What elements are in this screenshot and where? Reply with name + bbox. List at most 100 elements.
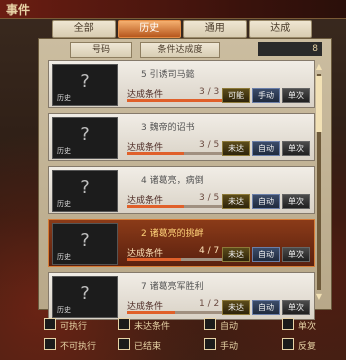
- filter-executable[interactable]: 可执行: [44, 318, 87, 332]
- mode-button[interactable]: 自动: [252, 194, 280, 209]
- event-actions: 未达 自动 单次: [222, 247, 310, 262]
- progress-fill: [127, 258, 182, 261]
- event-actions: 未达 自动 单次: [222, 141, 310, 156]
- filter-ended[interactable]: 已结束: [118, 338, 161, 352]
- window-header: 事件: [0, 0, 346, 19]
- event-thumbnail: ? 历史: [52, 276, 118, 318]
- progress-bar: [127, 99, 222, 102]
- checkbox[interactable]: [204, 338, 216, 350]
- status-button[interactable]: 未达: [222, 194, 250, 209]
- thumb-label: 历史: [57, 253, 71, 261]
- checkbox[interactable]: [118, 338, 130, 350]
- condition-progress: 4 / 7: [199, 246, 220, 256]
- scroll-thumb[interactable]: [316, 76, 322, 132]
- progress-bar: [127, 311, 222, 314]
- event-card[interactable]: ? 历史 4 诸葛亮，病倒 达成条件 3 / 5 未达 自动 单次: [48, 166, 315, 214]
- scroll-down-icon[interactable]: ▼: [314, 292, 324, 302]
- repeat-button[interactable]: 单次: [282, 247, 310, 262]
- filter-once[interactable]: 单次: [282, 318, 316, 332]
- status-button[interactable]: 未达: [222, 247, 250, 262]
- event-name: 3 魏帝的诏书: [141, 123, 195, 133]
- condition-progress: 3 / 3: [199, 87, 220, 97]
- tab-bar: 全部 历史 通用 达成: [52, 20, 312, 38]
- status-button[interactable]: 未达: [222, 141, 250, 156]
- sort-by-condition-button[interactable]: 条件达成度: [140, 42, 220, 58]
- checkbox[interactable]: [44, 338, 56, 350]
- progress-bar: [127, 152, 222, 155]
- mode-button[interactable]: 自动: [252, 141, 280, 156]
- sort-bar: 号码 条件达成度 8: [40, 42, 322, 58]
- event-name: 5 引诱司马懿: [141, 70, 195, 80]
- filter-label: 可执行: [60, 322, 88, 332]
- condition-progress: 3 / 5: [199, 140, 220, 150]
- event-thumbnail: ? 历史: [52, 223, 118, 265]
- event-name: 2 诸葛亮的挑衅: [141, 229, 204, 239]
- progress-fill: [127, 99, 222, 102]
- repeat-button[interactable]: 单次: [282, 141, 310, 156]
- event-count: 8: [258, 42, 322, 56]
- tab-general[interactable]: 通用: [183, 20, 247, 38]
- filter-label: 反复: [298, 342, 317, 352]
- thumb-label: 历史: [57, 306, 71, 314]
- event-thumbnail: ? 历史: [52, 64, 118, 106]
- tab-achieved[interactable]: 达成: [248, 20, 312, 38]
- event-actions: 未达 自动 单次: [222, 194, 310, 209]
- checkbox[interactable]: [118, 318, 130, 330]
- question-mark-icon: ?: [80, 177, 90, 198]
- filter-label: 未达条件: [134, 322, 171, 332]
- checkbox[interactable]: [204, 318, 216, 330]
- question-mark-icon: ?: [80, 230, 90, 251]
- event-list: ? 历史 5 引诱司马懿 达成条件 3 / 3 可能 手动 单次 ? 历史 3 魏帝…: [48, 60, 315, 325]
- condition-progress: 3 / 5: [199, 193, 220, 203]
- question-mark-icon: ?: [80, 124, 90, 145]
- scrollbar[interactable]: ▲ ▼: [314, 62, 324, 302]
- filter-manual[interactable]: 手动: [204, 338, 238, 352]
- repeat-button[interactable]: 单次: [282, 300, 310, 315]
- filter-panel: 可执行 未达条件 自动 单次 不可执行 已结束 手动 反复: [44, 318, 344, 358]
- event-card[interactable]: ? 历史 7 诸葛亮军胜利 达成条件 1 / 2 未达 自动 单次: [48, 272, 315, 320]
- checkbox[interactable]: [282, 338, 294, 350]
- filter-not-executable[interactable]: 不可执行: [44, 338, 96, 352]
- repeat-button[interactable]: 单次: [282, 88, 310, 103]
- condition-progress: 1 / 2: [199, 299, 220, 309]
- mode-button[interactable]: 自动: [252, 300, 280, 315]
- question-mark-icon: ?: [80, 283, 90, 304]
- status-button[interactable]: 未达: [222, 300, 250, 315]
- filter-label: 不可执行: [60, 342, 97, 352]
- event-actions: 可能 手动 单次: [222, 88, 310, 103]
- filter-unmet[interactable]: 未达条件: [118, 318, 170, 332]
- progress-fill: [127, 205, 184, 208]
- event-card[interactable]: ? 历史 3 魏帝的诏书 达成条件 3 / 5 未达 自动 单次: [48, 113, 315, 161]
- thumb-label: 历史: [57, 147, 71, 155]
- progress-fill: [127, 152, 184, 155]
- progress-fill: [127, 311, 175, 314]
- event-thumbnail: ? 历史: [52, 170, 118, 212]
- mode-button[interactable]: 自动: [252, 247, 280, 262]
- tab-all[interactable]: 全部: [52, 20, 116, 38]
- filter-label: 单次: [298, 322, 317, 332]
- event-name: 4 诸葛亮，病倒: [141, 176, 204, 186]
- checkbox[interactable]: [44, 318, 56, 330]
- event-card-selected[interactable]: ? 历史 2 诸葛亮的挑衅 达成条件 4 / 7 未达 自动 单次: [48, 219, 315, 267]
- event-thumbnail: ? 历史: [52, 117, 118, 159]
- scroll-up-icon[interactable]: ▲: [314, 62, 324, 72]
- sort-by-number-button[interactable]: 号码: [70, 42, 132, 58]
- progress-bar: [127, 258, 222, 261]
- window-title: 事件: [6, 3, 31, 17]
- thumb-label: 历史: [57, 200, 71, 208]
- filter-label: 自动: [220, 322, 239, 332]
- filter-repeat[interactable]: 反复: [282, 338, 316, 352]
- status-button[interactable]: 可能: [222, 88, 250, 103]
- checkbox[interactable]: [282, 318, 294, 330]
- repeat-button[interactable]: 单次: [282, 194, 310, 209]
- filter-label: 已结束: [134, 342, 162, 352]
- tab-history[interactable]: 历史: [117, 20, 181, 38]
- question-mark-icon: ?: [80, 71, 90, 92]
- event-actions: 未达 自动 单次: [222, 300, 310, 315]
- filter-auto[interactable]: 自动: [204, 318, 238, 332]
- thumb-label: 历史: [57, 94, 71, 102]
- mode-button[interactable]: 手动: [252, 88, 280, 103]
- progress-bar: [127, 205, 222, 208]
- filter-label: 手动: [220, 342, 239, 352]
- event-card[interactable]: ? 历史 5 引诱司马懿 达成条件 3 / 3 可能 手动 单次: [48, 60, 315, 108]
